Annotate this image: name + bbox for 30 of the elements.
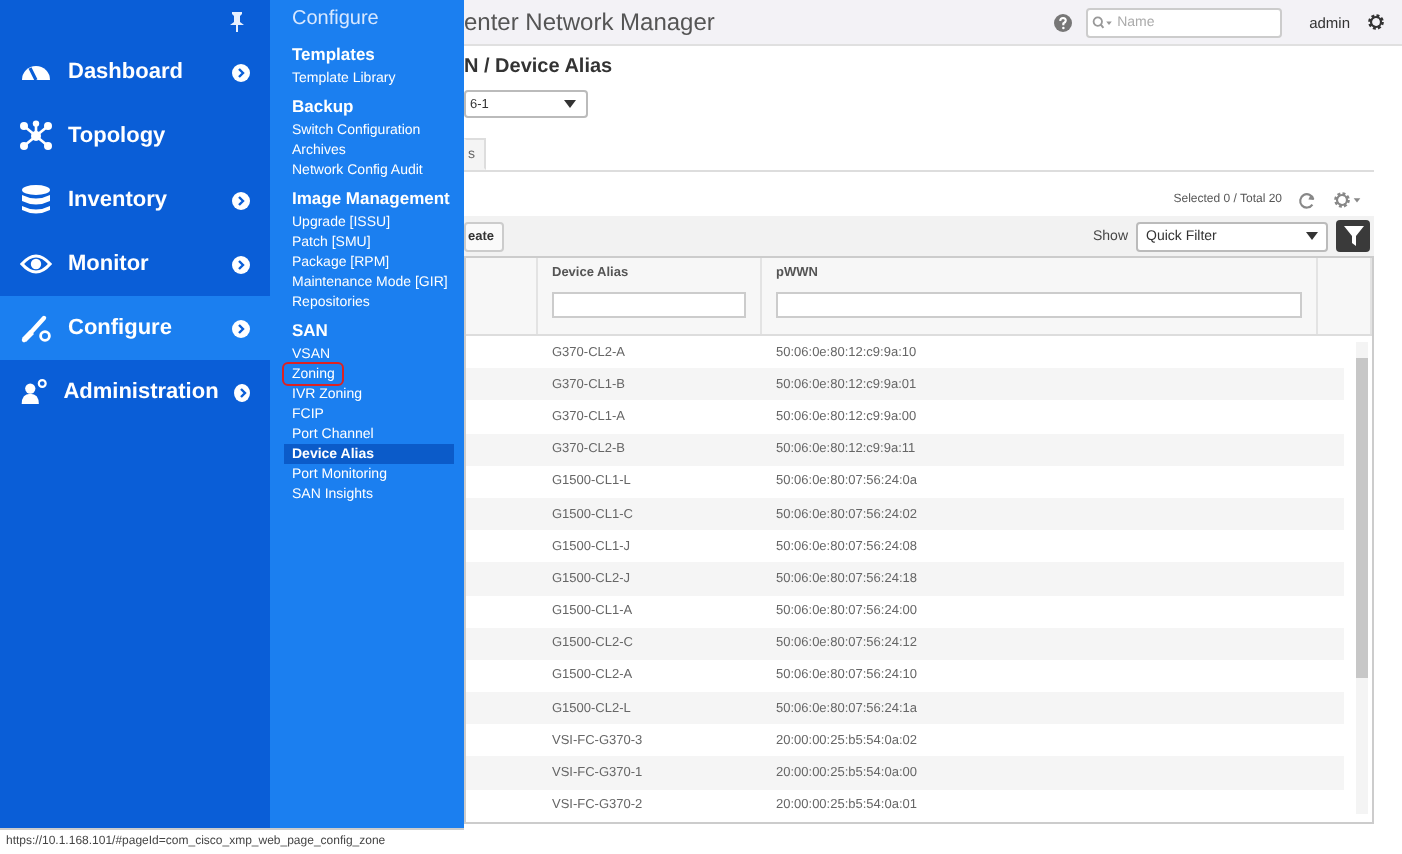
admin-user-icon bbox=[20, 376, 48, 408]
scrollbar[interactable] bbox=[1356, 342, 1368, 814]
section-heading: Templates bbox=[290, 42, 375, 68]
page-title: N / Device Alias bbox=[464, 56, 613, 78]
column-filter-field[interactable] bbox=[776, 292, 1302, 318]
filter-icon bbox=[1343, 226, 1363, 246]
search-icon bbox=[1091, 15, 1112, 29]
nav-item[interactable]: Configure bbox=[0, 296, 270, 360]
nav-item[interactable]: Administration bbox=[0, 360, 270, 424]
network-nodes-icon bbox=[20, 120, 52, 152]
filter-button[interactable] bbox=[1336, 220, 1370, 252]
database-icon bbox=[20, 184, 52, 216]
help-icon[interactable] bbox=[1053, 13, 1072, 31]
nav-item[interactable]: Dashboard bbox=[0, 40, 270, 104]
section-heading: Image Management bbox=[290, 186, 450, 212]
caret-icon bbox=[564, 100, 576, 108]
nav-item[interactable]: Inventory bbox=[0, 168, 270, 232]
column-filter-field[interactable] bbox=[552, 292, 746, 318]
pin-icon[interactable] bbox=[228, 12, 246, 32]
caret-icon bbox=[1306, 232, 1318, 240]
refresh-icon[interactable] bbox=[1298, 191, 1316, 209]
section-heading: Backup bbox=[290, 94, 354, 120]
settings-icon[interactable] bbox=[1366, 12, 1386, 32]
wrench-icon bbox=[20, 312, 52, 344]
eye-icon bbox=[20, 248, 52, 280]
app-title: enter Network Manager bbox=[464, 8, 717, 36]
section-heading: SAN bbox=[290, 318, 328, 344]
flyout-title: Configure bbox=[290, 8, 379, 34]
nav-item[interactable]: Monitor bbox=[0, 232, 270, 296]
nav-item[interactable]: Topology bbox=[0, 104, 270, 168]
